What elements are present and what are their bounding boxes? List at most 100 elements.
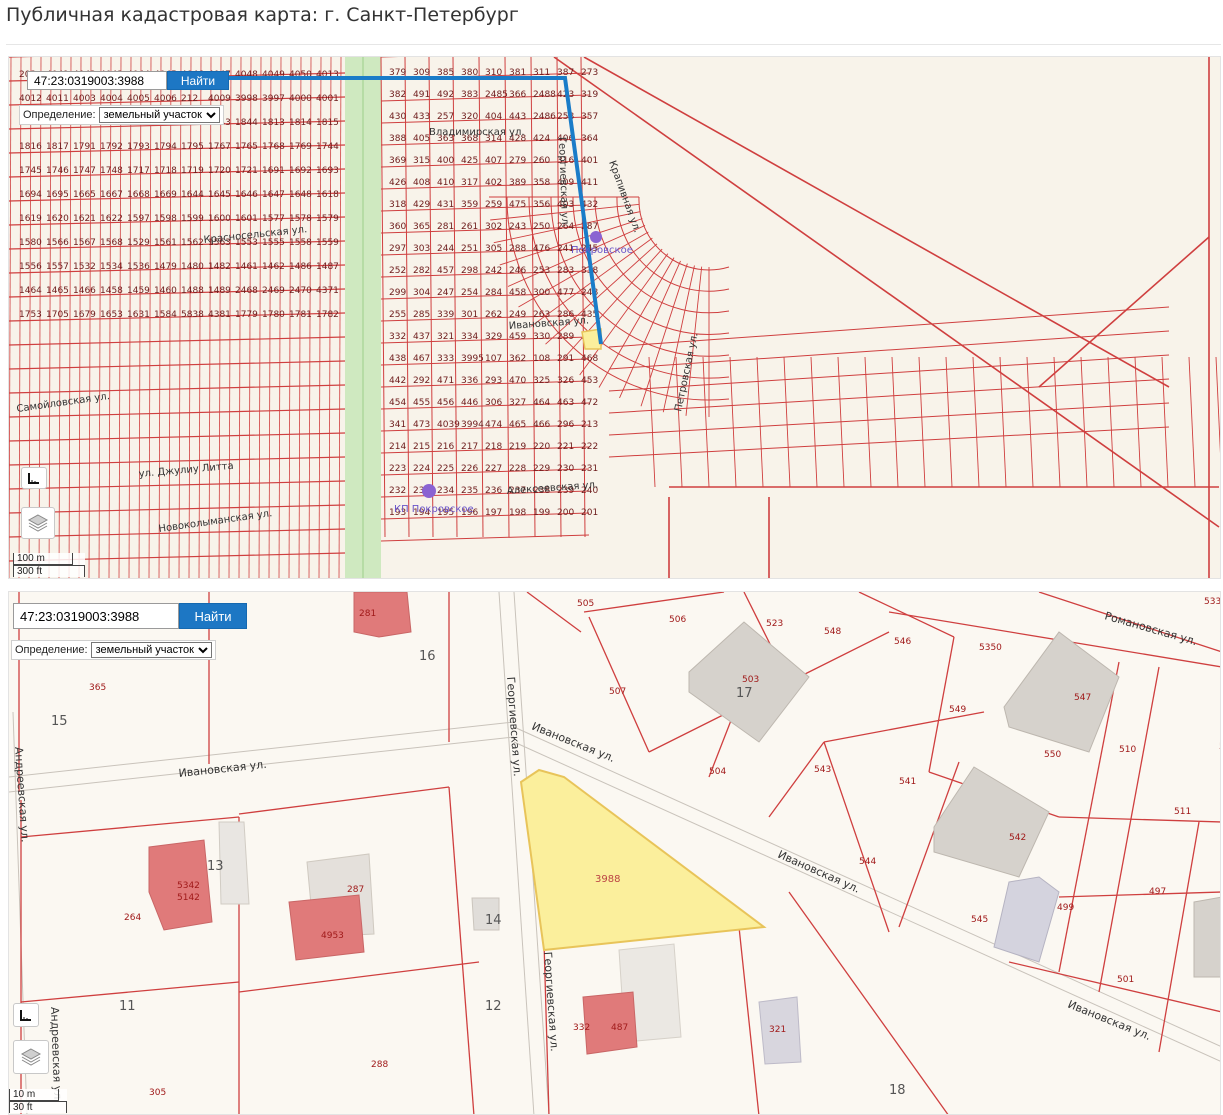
parcel-number: 293 [485, 376, 502, 386]
detail-map-canvas[interactable]: Ивановская ул. Ивановская ул. Ивановская… [9, 592, 1221, 1115]
parcel-number: 288 [509, 244, 526, 254]
parcel-number: 1461 [235, 262, 258, 272]
search-button[interactable]: Найти [167, 71, 229, 90]
street-label: Петровская ул. [673, 332, 700, 413]
parcel-number: 318 [389, 200, 406, 210]
parcel-number: 201 [581, 508, 598, 518]
parcel-number: 1765 [235, 142, 258, 152]
parcel-number: 300 [533, 288, 550, 298]
parcel-number: 356 [533, 200, 550, 210]
parcel-number: 365 [413, 222, 430, 232]
parcel-number: 1705 [46, 310, 69, 320]
parcel-number: 1767 [208, 142, 231, 152]
parcel-number: 1746 [46, 166, 69, 176]
parcel-number: 504 [709, 767, 726, 777]
parcel-number: 466 [533, 420, 550, 430]
parcel-number: 257 [437, 112, 454, 122]
parcel-number: 547 [1074, 693, 1091, 703]
parcel-number: 1813 [262, 118, 285, 128]
parcel-number: 426 [389, 178, 406, 188]
parcel-number: 455 [413, 398, 430, 408]
parcel-number: 1622 [100, 214, 123, 224]
scale-imperial: 30 ft [9, 1101, 67, 1113]
parcel-line [1080, 356, 1088, 488]
parcel-line [1053, 356, 1061, 488]
parcel-number: 107 [485, 354, 502, 364]
parcel-number: 199 [533, 508, 550, 518]
definition-select[interactable]: земельный участок [98, 107, 220, 123]
parcel-number: 1744 [316, 142, 339, 152]
parcel-number: 4011 [46, 94, 69, 104]
parcel-number: 2485 [485, 90, 508, 100]
parcel-number: 320 [461, 112, 478, 122]
street-label: Андреевская ул. [12, 746, 32, 843]
detail-search-bar: Найти [13, 603, 247, 629]
parcel-number: 1817 [46, 142, 69, 152]
parcel-number: 16 [419, 649, 436, 664]
parcel-number: 1791 [73, 142, 96, 152]
parcel-number: 405 [413, 134, 430, 144]
parcel-number: 1459 [127, 286, 150, 296]
parcel-number: 1466 [73, 286, 96, 296]
parcel-number: 1462 [262, 262, 285, 272]
highlighted-parcel[interactable] [519, 768, 767, 952]
parcel-number: 305 [149, 1088, 166, 1098]
parcel-number: 364 [581, 134, 598, 144]
parcel-number: 360 [389, 222, 406, 232]
cadastral-search-input[interactable] [13, 603, 179, 629]
parcel-number: 226 [461, 464, 478, 474]
parcel-number: 288 [371, 1060, 388, 1070]
poi-marker-icon-2[interactable] [422, 484, 436, 498]
overview-search-bar: Найти [27, 71, 229, 90]
parcel-number: 302 [485, 222, 502, 232]
parcel-number: 3995 [461, 354, 484, 364]
parcel-number: 252 [389, 266, 406, 276]
layers-button[interactable] [13, 1040, 49, 1074]
parcel-number: 475 [509, 200, 526, 210]
search-button[interactable]: Найти [179, 603, 247, 629]
poi-marker-icon[interactable] [590, 231, 602, 243]
measure-button[interactable] [13, 1003, 39, 1027]
parcel-number: 1648 [289, 190, 312, 200]
street-label: Ивановская ул. [178, 758, 267, 780]
parcel-number: 1668 [127, 190, 150, 200]
parcel-number: 458 [509, 288, 526, 298]
parcel-number: 545 [971, 915, 988, 925]
parcel-number: 281 [359, 609, 376, 619]
parcel-number: 315 [413, 156, 430, 166]
parcel-number: 1620 [46, 214, 69, 224]
parcel-number: 327 [509, 398, 526, 408]
parcel-number: 232 [389, 486, 406, 496]
parcel-number: 319 [581, 90, 598, 100]
parcel-number: 4371 [316, 286, 339, 296]
layers-button[interactable] [21, 507, 55, 539]
parcel-number: 1465 [46, 286, 69, 296]
parcel-number: 281 [437, 222, 454, 232]
parcel-number: 329 [485, 332, 502, 342]
cadastral-search-input[interactable] [27, 71, 167, 90]
parcel-number: 1781 [289, 310, 312, 320]
parcel-number: 18 [889, 1083, 906, 1098]
parcel-number: 242 [485, 266, 502, 276]
parcel-number: 253 [533, 266, 550, 276]
parcel-number: 404 [485, 112, 502, 122]
parcel-number: 438 [389, 354, 406, 364]
parcel-number: 1816 [19, 142, 42, 152]
parcel-number: 1694 [19, 190, 42, 200]
parcel-line [864, 356, 872, 488]
poi-label: Покровское [571, 245, 633, 256]
overview-map-canvas[interactable]: 379 309 385 380 310 381 311 387 273382 491 492 383 2… [9, 57, 1221, 579]
overview-map[interactable]: 379 309 385 380 310 381 311 387 273 382 491 492 383 2… [8, 56, 1221, 579]
parcel-number: 411 [581, 178, 598, 188]
parcel-number: 219 [509, 442, 526, 452]
detail-map[interactable]: Ивановская ул. Ивановская ул. Ивановская… [8, 591, 1221, 1115]
parcel-number: 1667 [100, 190, 123, 200]
parcel-line [810, 356, 818, 488]
parcel-number: 333 [437, 354, 454, 364]
parcel-number: 382 [389, 90, 406, 100]
definition-select[interactable]: земельный участок [90, 642, 212, 658]
parcel-number: 215 [413, 442, 430, 452]
measure-button[interactable] [21, 467, 47, 489]
parcel-number: 505 [577, 599, 594, 609]
parcel-line [258, 57, 262, 578]
